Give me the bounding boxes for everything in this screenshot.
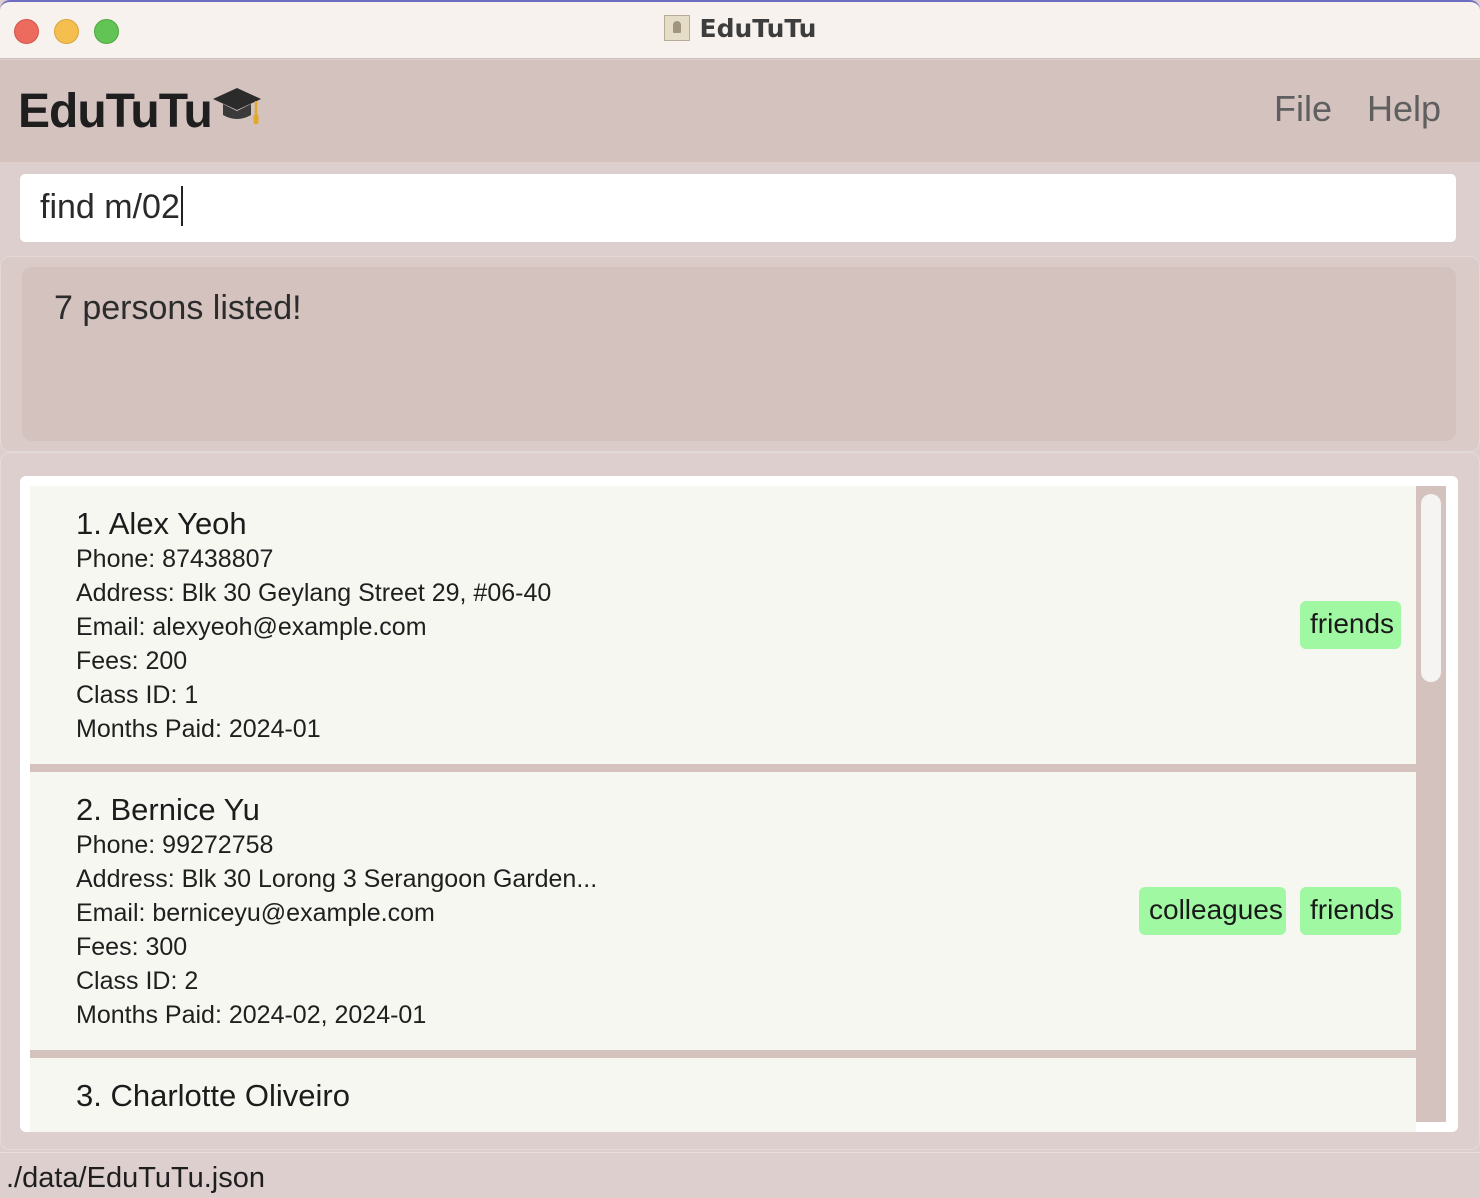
person-name: 2. Bernice Yu xyxy=(76,792,260,827)
result-display-container: 7 persons listed! xyxy=(0,256,1480,452)
list-scrollbar-thumb[interactable] xyxy=(1421,494,1441,682)
person-address: Address: Blk 30 Lorong 3 Serangoon Garde… xyxy=(76,865,598,893)
window-title: EduTuTu xyxy=(0,14,1480,43)
person-name: 3. Charlotte Oliveiro xyxy=(76,1078,350,1113)
result-display: 7 persons listed! xyxy=(22,267,1456,441)
person-phone: Phone: 99272758 xyxy=(76,831,274,859)
app-name: EduTuTu xyxy=(18,85,213,138)
data-file-path: ./data/EduTuTu.json xyxy=(6,1162,266,1194)
person-email: Email: alexyeoh@example.com xyxy=(76,613,427,641)
window-titlebar: EduTuTu xyxy=(0,0,1480,59)
tag-colleagues: colleagues xyxy=(1139,887,1286,935)
graduation-cap-icon xyxy=(213,88,261,124)
menu-file[interactable]: File xyxy=(1274,88,1332,130)
person-email: Email: berniceyu@example.com xyxy=(76,899,435,927)
command-input-text: find m/02 xyxy=(40,188,180,226)
person-months-paid: Months Paid: 2024-02, 2024-01 xyxy=(76,1001,427,1029)
person-fees: Fees: 300 xyxy=(76,933,188,961)
person-card[interactable]: 1. Alex Yeoh Phone: 87438807 Address: Bl… xyxy=(30,486,1416,764)
person-list-panel: 1. Alex Yeoh Phone: 87438807 Address: Bl… xyxy=(20,476,1458,1132)
window-title-text: EduTuTu xyxy=(699,14,817,43)
text-caret xyxy=(180,186,183,226)
person-address: Address: Blk 30 Geylang Street 29, #06-4… xyxy=(76,579,552,607)
person-card[interactable]: 3. Charlotte Oliveiro xyxy=(30,1058,1416,1132)
command-box-container: find m/02 xyxy=(0,162,1480,254)
person-fees: Fees: 200 xyxy=(76,647,188,675)
tag-friends: friends xyxy=(1300,887,1401,935)
person-phone: Phone: 87438807 xyxy=(76,545,274,573)
app-document-icon xyxy=(663,15,690,41)
app-header: EduTuTu File Help xyxy=(0,60,1480,162)
person-class-id: Class ID: 1 xyxy=(76,681,199,709)
menu-help[interactable]: Help xyxy=(1367,88,1441,130)
person-list-container: 1. Alex Yeoh Phone: 87438807 Address: Bl… xyxy=(0,452,1480,1150)
person-class-id: Class ID: 2 xyxy=(76,967,199,995)
result-message: 7 persons listed! xyxy=(54,289,302,327)
person-name: 1. Alex Yeoh xyxy=(76,506,247,541)
person-list[interactable]: 1. Alex Yeoh Phone: 87438807 Address: Bl… xyxy=(30,486,1416,1132)
person-months-paid: Months Paid: 2024-01 xyxy=(76,715,321,743)
command-input[interactable]: find m/02 xyxy=(20,174,1456,242)
status-bar: ./data/EduTuTu.json xyxy=(0,1152,1480,1198)
list-scrollbar[interactable] xyxy=(1416,486,1446,1122)
tag-friends: friends xyxy=(1300,601,1401,649)
person-card[interactable]: 2. Bernice Yu Phone: 99272758 Address: B… xyxy=(30,772,1416,1050)
